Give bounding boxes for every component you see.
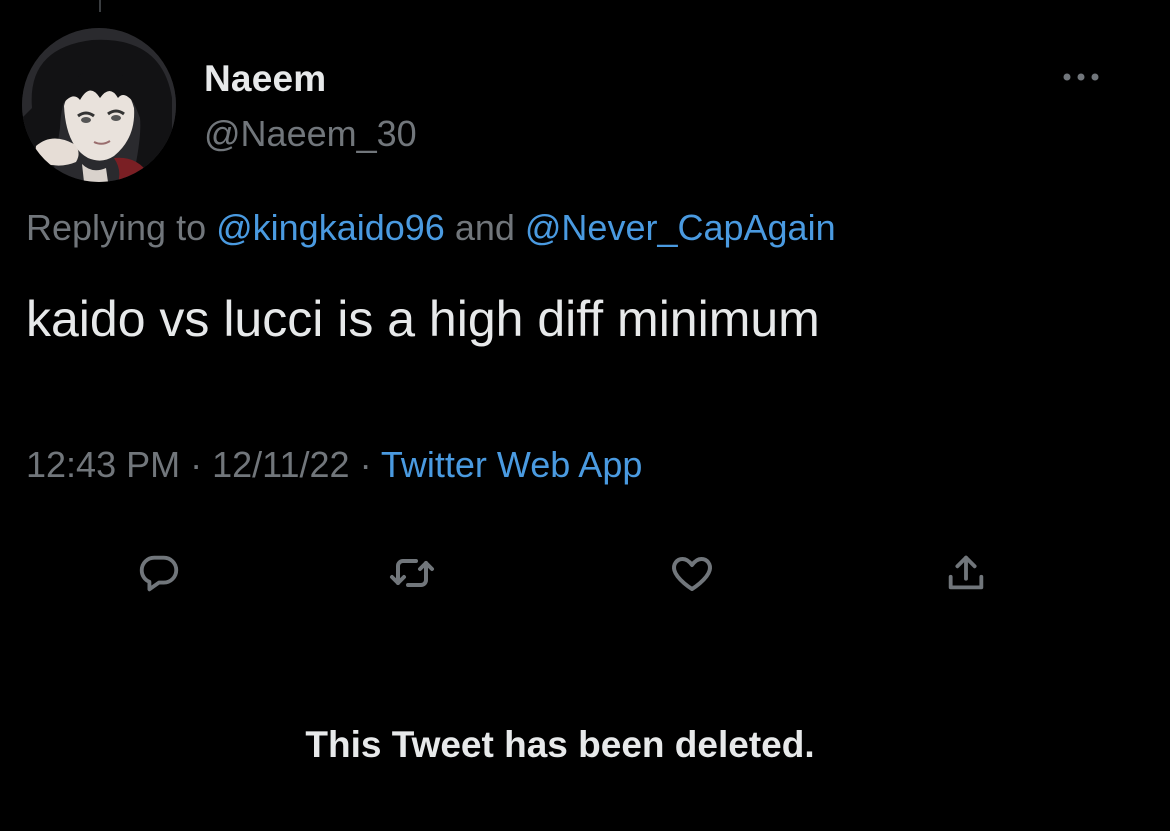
tweet-time[interactable]: 12:43 PM xyxy=(26,444,180,485)
author-handle[interactable]: @Naeem_30 xyxy=(204,113,417,155)
mention-joiner: and xyxy=(444,207,525,248)
meta-separator: · xyxy=(180,444,213,485)
reply-icon xyxy=(139,555,179,592)
replying-prefix: Replying to xyxy=(26,207,217,248)
heart-icon xyxy=(672,557,712,591)
reply-button[interactable] xyxy=(134,548,184,598)
mention-link-kingkaido96[interactable]: @kingkaido96 xyxy=(216,207,445,248)
avatar[interactable] xyxy=(22,28,176,182)
mention-link-never-capagain[interactable]: @Never_CapAgain xyxy=(525,207,836,248)
retweet-icon xyxy=(390,559,434,587)
share-icon xyxy=(948,555,984,590)
tweet-meta: 12:43 PM · 12/11/22 · Twitter Web App xyxy=(26,444,642,486)
deleted-tweet-notice: This Tweet has been deleted. xyxy=(305,724,815,765)
meta-separator: · xyxy=(349,444,381,485)
tweet-date[interactable]: 12/11/22 xyxy=(212,444,349,485)
more-horizontal-icon[interactable] xyxy=(1055,62,1107,92)
thread-connector-line xyxy=(99,0,101,12)
share-button[interactable] xyxy=(941,548,991,598)
replying-to-line: Replying to @kingkaido96 and @Never_CapA… xyxy=(26,207,836,249)
like-button[interactable] xyxy=(667,548,717,598)
tweet-text: kaido vs lucci is a high diff minimum xyxy=(26,291,820,347)
tweet-source-link[interactable]: Twitter Web App xyxy=(381,444,642,485)
anime-avatar-icon xyxy=(22,28,176,182)
author-display-name[interactable]: Naeem xyxy=(204,58,326,100)
retweet-button[interactable] xyxy=(387,548,437,598)
